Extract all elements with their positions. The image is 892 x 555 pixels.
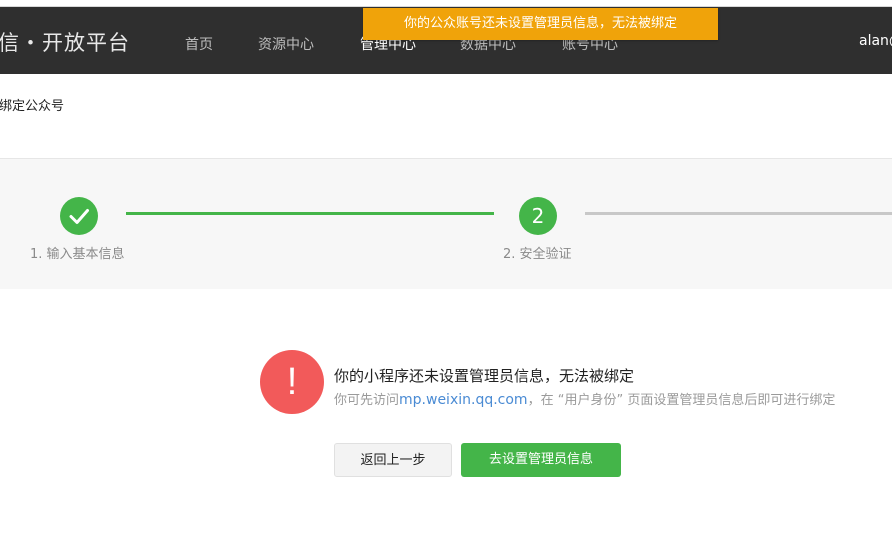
progress-steps: 2 1. 输入基本信息 2. 安全验证 [0, 159, 892, 289]
alert-description: 你可先访问mp.weixin.qq.com，在 “用户身份” 页面设置管理员信息… [334, 389, 835, 408]
page-title: 绑定公众号 [0, 99, 65, 114]
exclamation-icon: ! [260, 350, 324, 414]
set-admin-info-button[interactable]: 去设置管理员信息 [461, 443, 621, 477]
step-2-current: 2 [519, 197, 557, 235]
step-connector-pending [585, 212, 892, 215]
warning-toast: 你的公众账号还未设置管理员信息，无法被绑定 [363, 8, 718, 40]
alert-title: 你的小程序还未设置管理员信息，无法被绑定 [334, 367, 635, 385]
top-strip [0, 0, 892, 7]
alert-desc-suffix: ，在 “用户身份” 页面设置管理员信息后即可进行绑定 [527, 393, 836, 408]
nav-item-home[interactable]: 首页 [185, 34, 213, 54]
brand-logo[interactable]: 信・开放平台 [0, 27, 130, 57]
check-icon [69, 209, 89, 224]
step-connector-done [126, 212, 494, 215]
nav-item-resources[interactable]: 资源中心 [258, 34, 314, 54]
step-2-label: 2. 安全验证 [503, 247, 572, 262]
alert-desc-prefix: 你可先访问 [334, 393, 400, 408]
back-button[interactable]: 返回上一步 [334, 443, 452, 477]
step-1-label: 1. 输入基本信息 [30, 247, 125, 262]
step-1-complete [60, 197, 98, 235]
mp-weixin-link[interactable]: mp.weixin.qq.com [399, 392, 528, 408]
user-account-menu[interactable]: alan@ [859, 33, 892, 49]
